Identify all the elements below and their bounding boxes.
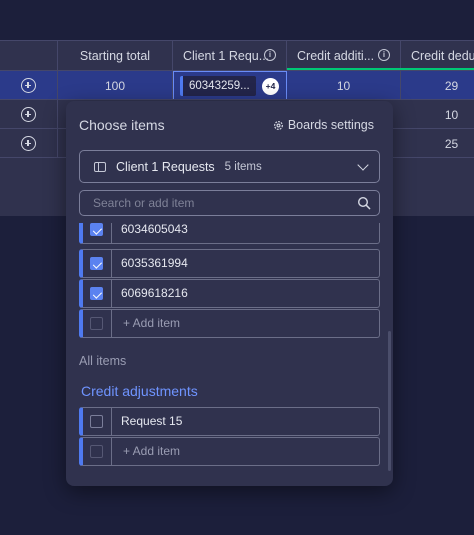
divider bbox=[111, 250, 112, 277]
info-icon[interactable]: i bbox=[378, 49, 390, 61]
add-item-row[interactable]: + Add item bbox=[79, 437, 380, 466]
group-title[interactable]: Credit adjustments bbox=[81, 383, 198, 399]
more-items-badge[interactable]: +4 bbox=[262, 78, 279, 95]
item-label: 6034605043 bbox=[121, 223, 188, 236]
item-checkbox[interactable] bbox=[90, 223, 103, 236]
item-checkbox[interactable] bbox=[90, 257, 103, 270]
divider bbox=[111, 408, 112, 435]
divider bbox=[111, 223, 112, 243]
board-icon bbox=[94, 161, 106, 172]
credit-additions-cell[interactable]: 10 bbox=[287, 71, 401, 100]
divider bbox=[111, 310, 112, 337]
column-title: Credit deduc bbox=[411, 48, 474, 63]
item-label: 6069618216 bbox=[121, 286, 188, 300]
header-spacer bbox=[0, 41, 58, 70]
item-label: 6035361994 bbox=[121, 256, 188, 270]
item-label: Request 15 bbox=[121, 414, 183, 428]
search-field[interactable] bbox=[79, 190, 380, 216]
starting-total-cell[interactable]: 100 bbox=[58, 71, 173, 100]
items-list: 6034605043 6035361994 6069618216 + Add i… bbox=[79, 223, 380, 483]
list-item[interactable]: 6035361994 bbox=[79, 249, 380, 278]
item-checkbox bbox=[90, 317, 103, 330]
add-item-row[interactable]: + Add item bbox=[79, 309, 380, 338]
item-checkbox[interactable] bbox=[90, 415, 103, 428]
column-header-credit-additions[interactable]: Credit additi... i bbox=[287, 41, 401, 70]
search-input[interactable] bbox=[80, 191, 350, 215]
column-title: Credit additi... bbox=[297, 48, 375, 63]
add-item-label: + Add item bbox=[123, 316, 181, 330]
board-item-count: 5 items bbox=[224, 160, 262, 173]
column-header-client-requests[interactable]: Client 1 Requ... i bbox=[173, 41, 287, 70]
credit-deductions-cell[interactable]: 10 bbox=[401, 100, 474, 129]
credit-deductions-cell[interactable]: 29 bbox=[401, 71, 474, 100]
boards-settings-label: Boards settings bbox=[287, 118, 374, 132]
list-item[interactable]: 6069618216 bbox=[79, 279, 380, 308]
divider bbox=[111, 438, 112, 465]
item-checkbox[interactable] bbox=[90, 287, 103, 300]
column-title: Client 1 Requ... bbox=[183, 48, 270, 63]
all-items-label: All items bbox=[79, 354, 127, 368]
divider bbox=[111, 280, 112, 307]
column-header-credit-deductions[interactable]: Credit deduc bbox=[401, 41, 474, 70]
add-subitem-icon[interactable] bbox=[21, 136, 36, 151]
add-item-label: + Add item bbox=[123, 444, 181, 458]
popover-title: Choose items bbox=[79, 117, 165, 133]
add-subitem-cell[interactable] bbox=[0, 71, 58, 100]
list-item[interactable]: 6034605043 bbox=[79, 223, 380, 244]
board-selector[interactable]: Client 1 Requests 5 items bbox=[79, 150, 380, 183]
connected-item-chip[interactable]: 60343259... bbox=[180, 76, 256, 96]
add-subitem-cell[interactable] bbox=[0, 100, 58, 129]
table-row[interactable]: 100 60343259... +4 10 29 bbox=[0, 70, 474, 100]
board-name: Client 1 Requests bbox=[116, 159, 215, 174]
scrollbar[interactable] bbox=[388, 331, 391, 471]
search-icon[interactable] bbox=[357, 196, 371, 210]
choose-items-popover: Choose items Boards settings Client 1 Re… bbox=[66, 101, 393, 486]
boards-settings-button[interactable]: Boards settings bbox=[273, 118, 374, 132]
add-subitem-icon[interactable] bbox=[21, 78, 36, 93]
list-item[interactable]: Request 15 bbox=[79, 407, 380, 436]
chevron-down-icon bbox=[357, 159, 369, 171]
table-header: Starting total Client 1 Requ... i Credit… bbox=[0, 41, 474, 70]
column-header-starting-total[interactable]: Starting total bbox=[58, 41, 173, 70]
add-subitem-cell[interactable] bbox=[0, 129, 58, 158]
credit-deductions-cell[interactable]: 25 bbox=[401, 129, 474, 158]
column-title: Starting total bbox=[79, 48, 151, 63]
add-subitem-icon[interactable] bbox=[21, 107, 36, 122]
item-checkbox bbox=[90, 445, 103, 458]
gear-icon bbox=[273, 120, 283, 130]
connected-items-cell[interactable]: 60343259... +4 bbox=[173, 71, 287, 100]
info-icon[interactable]: i bbox=[264, 49, 276, 61]
